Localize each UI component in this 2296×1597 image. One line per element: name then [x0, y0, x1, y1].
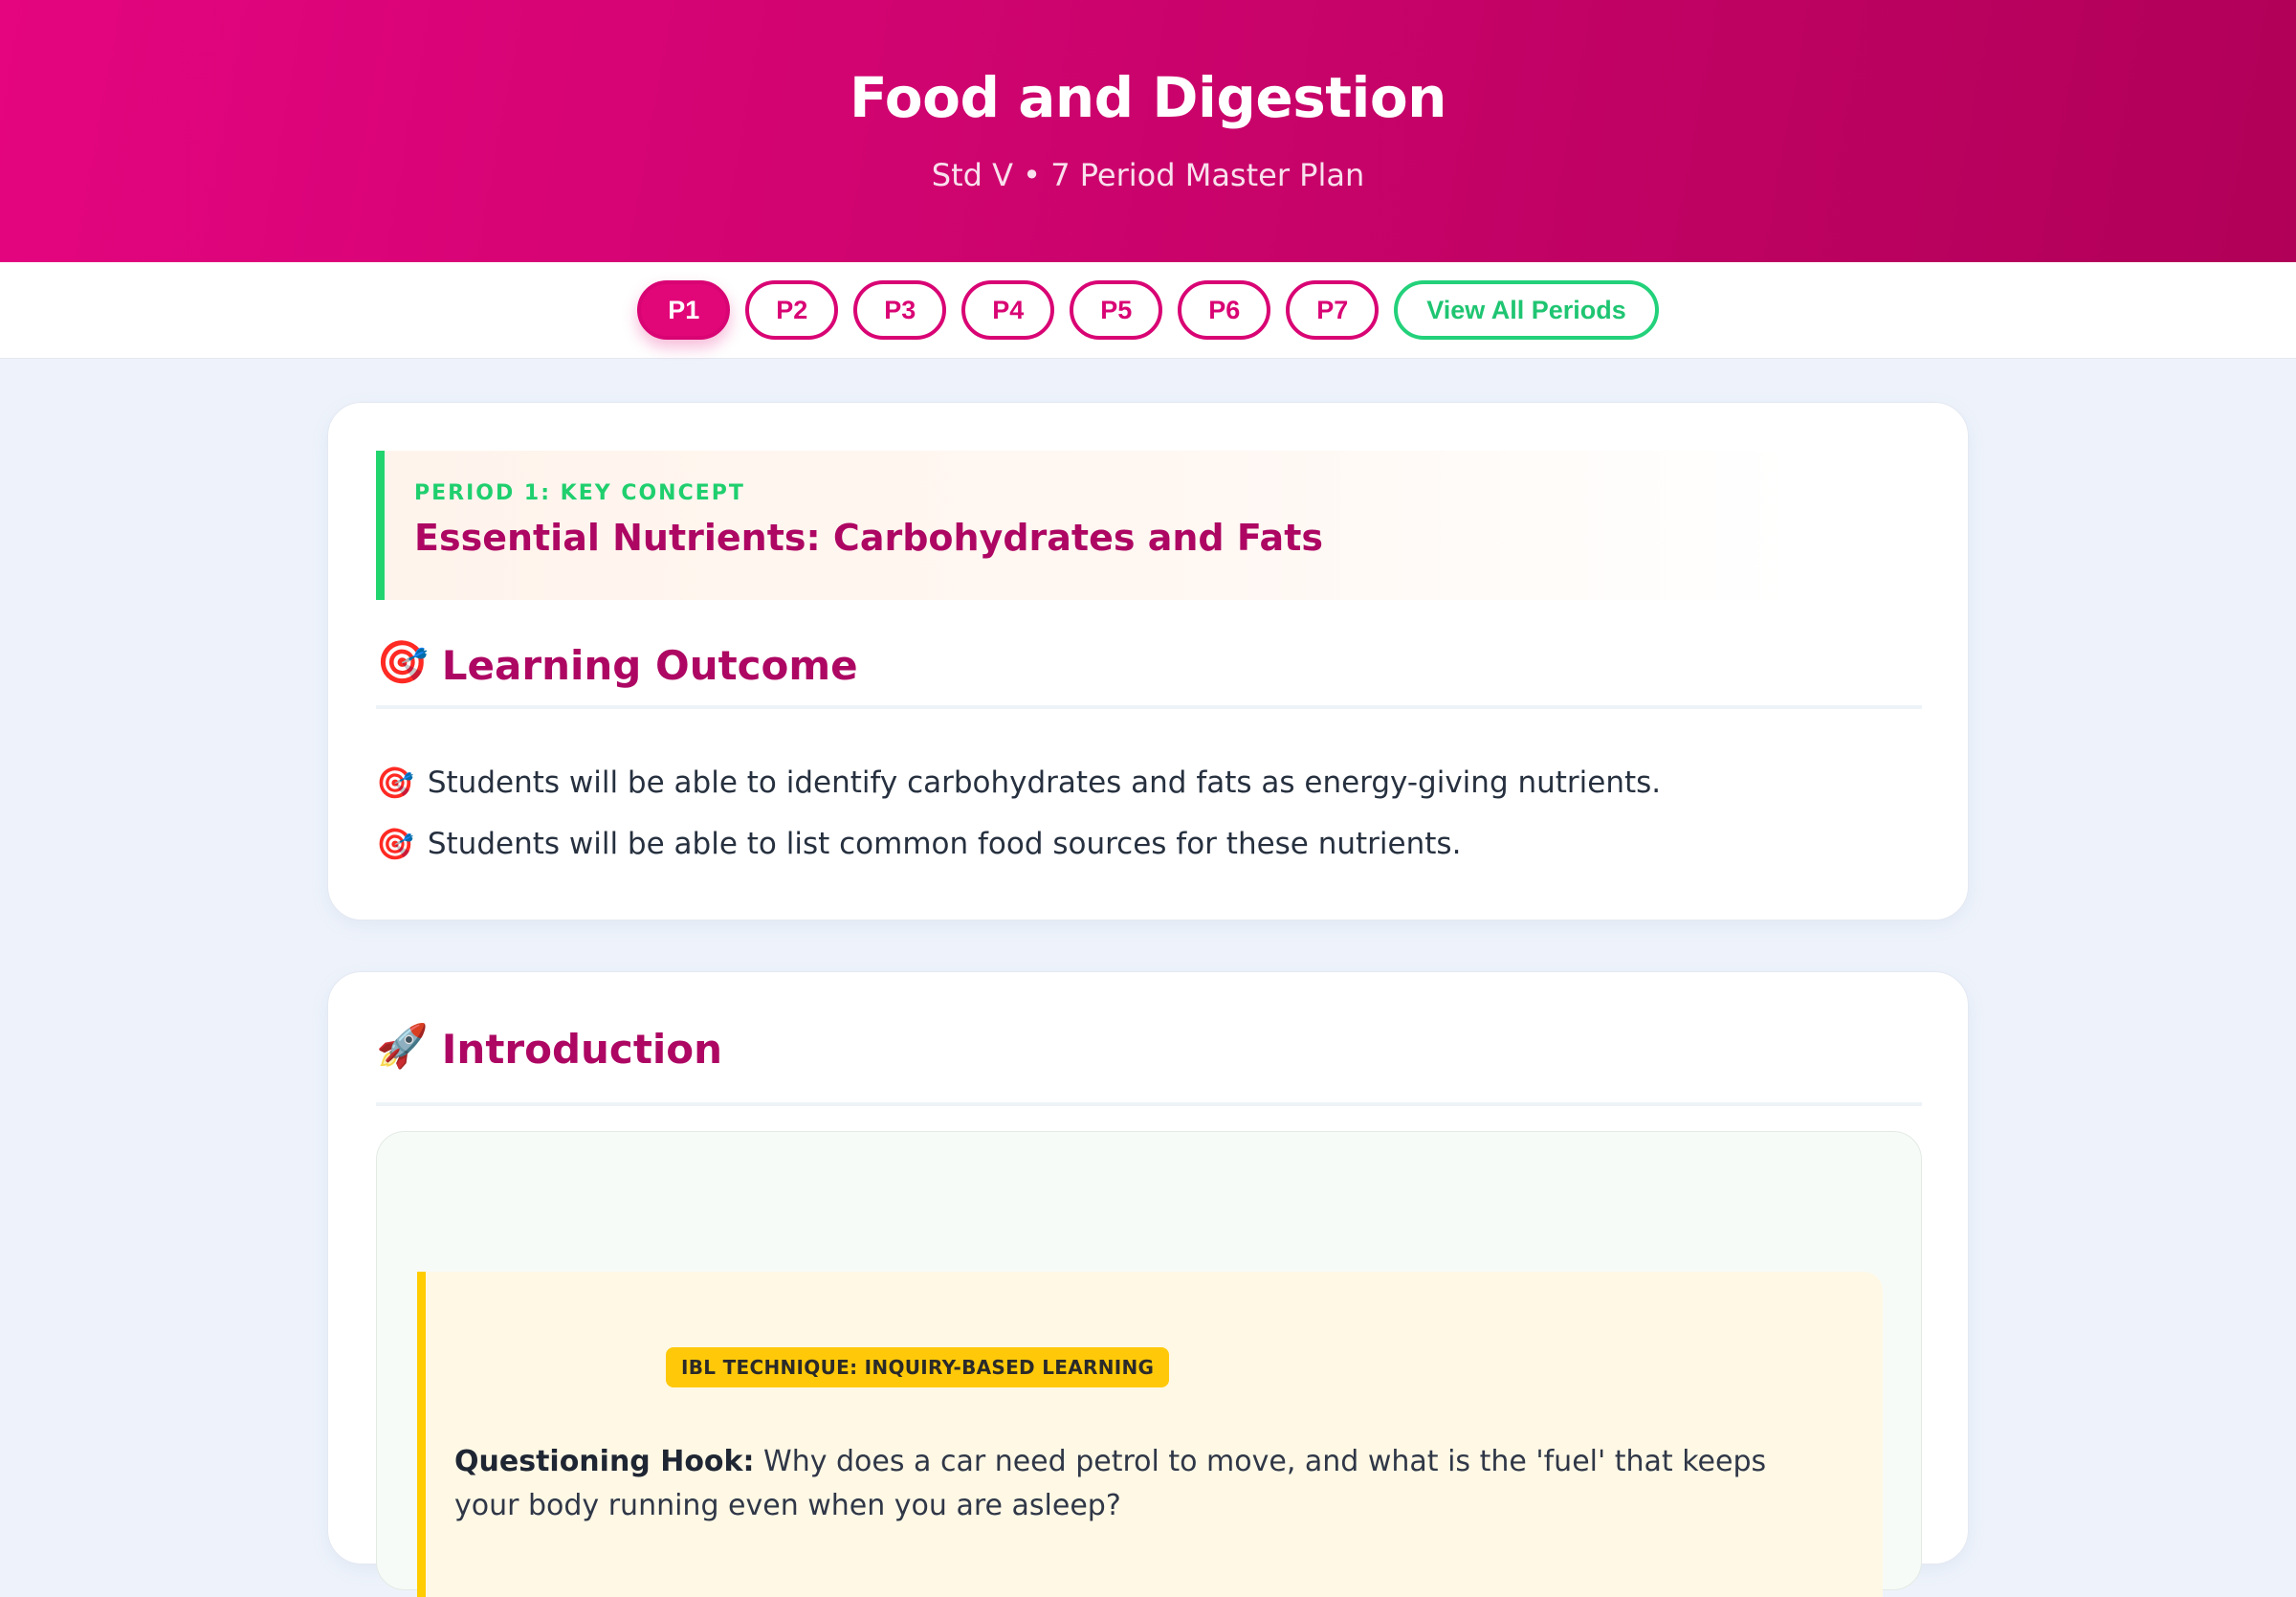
period-tab-p3[interactable]: P3 — [853, 280, 947, 340]
hook-label: Questioning Hook: — [454, 1445, 755, 1478]
target-icon: 🎯 — [376, 639, 429, 686]
ibl-technique-badge: IBL TECHNIQUE: INQUIRY-BASED LEARNING — [666, 1347, 1170, 1387]
questioning-hook: Questioning Hook: Why does a car need pe… — [454, 1440, 1832, 1528]
list-item: 🎯 Students will be able to list common f… — [376, 813, 1661, 875]
period-tab-p1[interactable]: P1 — [637, 280, 731, 340]
period-tab-p4[interactable]: P4 — [961, 280, 1055, 340]
target-icon: 🎯 — [376, 765, 414, 801]
introduction-heading: 🚀 Introduction — [376, 1026, 1922, 1106]
introduction-card: 🚀 Introduction IBL TECHNIQUE: INQUIRY-BA… — [327, 971, 1969, 1597]
key-concept-title: Essential Nutrients: Carbohydrates and F… — [414, 517, 1323, 559]
period-tab-p5[interactable]: P5 — [1070, 280, 1163, 340]
learning-outcome-card: PERIOD 1: KEY CONCEPT Essential Nutrient… — [327, 402, 1969, 920]
key-concept-box: PERIOD 1: KEY CONCEPT Essential Nutrient… — [376, 451, 1792, 600]
period-tab-p6[interactable]: P6 — [1178, 280, 1271, 340]
learning-outcome-title: Learning Outcome — [441, 642, 858, 689]
period-nav: P1 P2 P3 P4 P5 P6 P7 View All Periods — [0, 262, 2296, 359]
introduction-content: IBL TECHNIQUE: INQUIRY-BASED LEARNING Qu… — [376, 1131, 1922, 1597]
ibl-technique-box: IBL TECHNIQUE: INQUIRY-BASED LEARNING Qu… — [417, 1272, 1883, 1597]
view-all-periods-button[interactable]: View All Periods — [1394, 280, 1659, 340]
introduction-title: Introduction — [441, 1026, 723, 1073]
outcome-text: Students will be able to list common foo… — [427, 827, 1462, 861]
outcome-text: Students will be able to identify carboh… — [427, 765, 1662, 800]
period-tab-p2[interactable]: P2 — [745, 280, 839, 340]
learning-outcome-list: 🎯 Students will be able to identify carb… — [376, 752, 1661, 875]
page-title: Food and Digestion — [850, 65, 1446, 130]
target-icon: 🎯 — [376, 826, 414, 862]
page-subtitle: Std V • 7 Period Master Plan — [931, 157, 1365, 193]
list-item: 🎯 Students will be able to identify carb… — [376, 752, 1661, 813]
learning-outcome-heading: 🎯 Learning Outcome — [376, 642, 1922, 709]
page-header: Food and Digestion Std V • 7 Period Mast… — [0, 0, 2296, 262]
period-tab-p7[interactable]: P7 — [1286, 280, 1380, 340]
key-concept-label: PERIOD 1: KEY CONCEPT — [414, 481, 745, 505]
rocket-icon: 🚀 — [376, 1023, 429, 1070]
